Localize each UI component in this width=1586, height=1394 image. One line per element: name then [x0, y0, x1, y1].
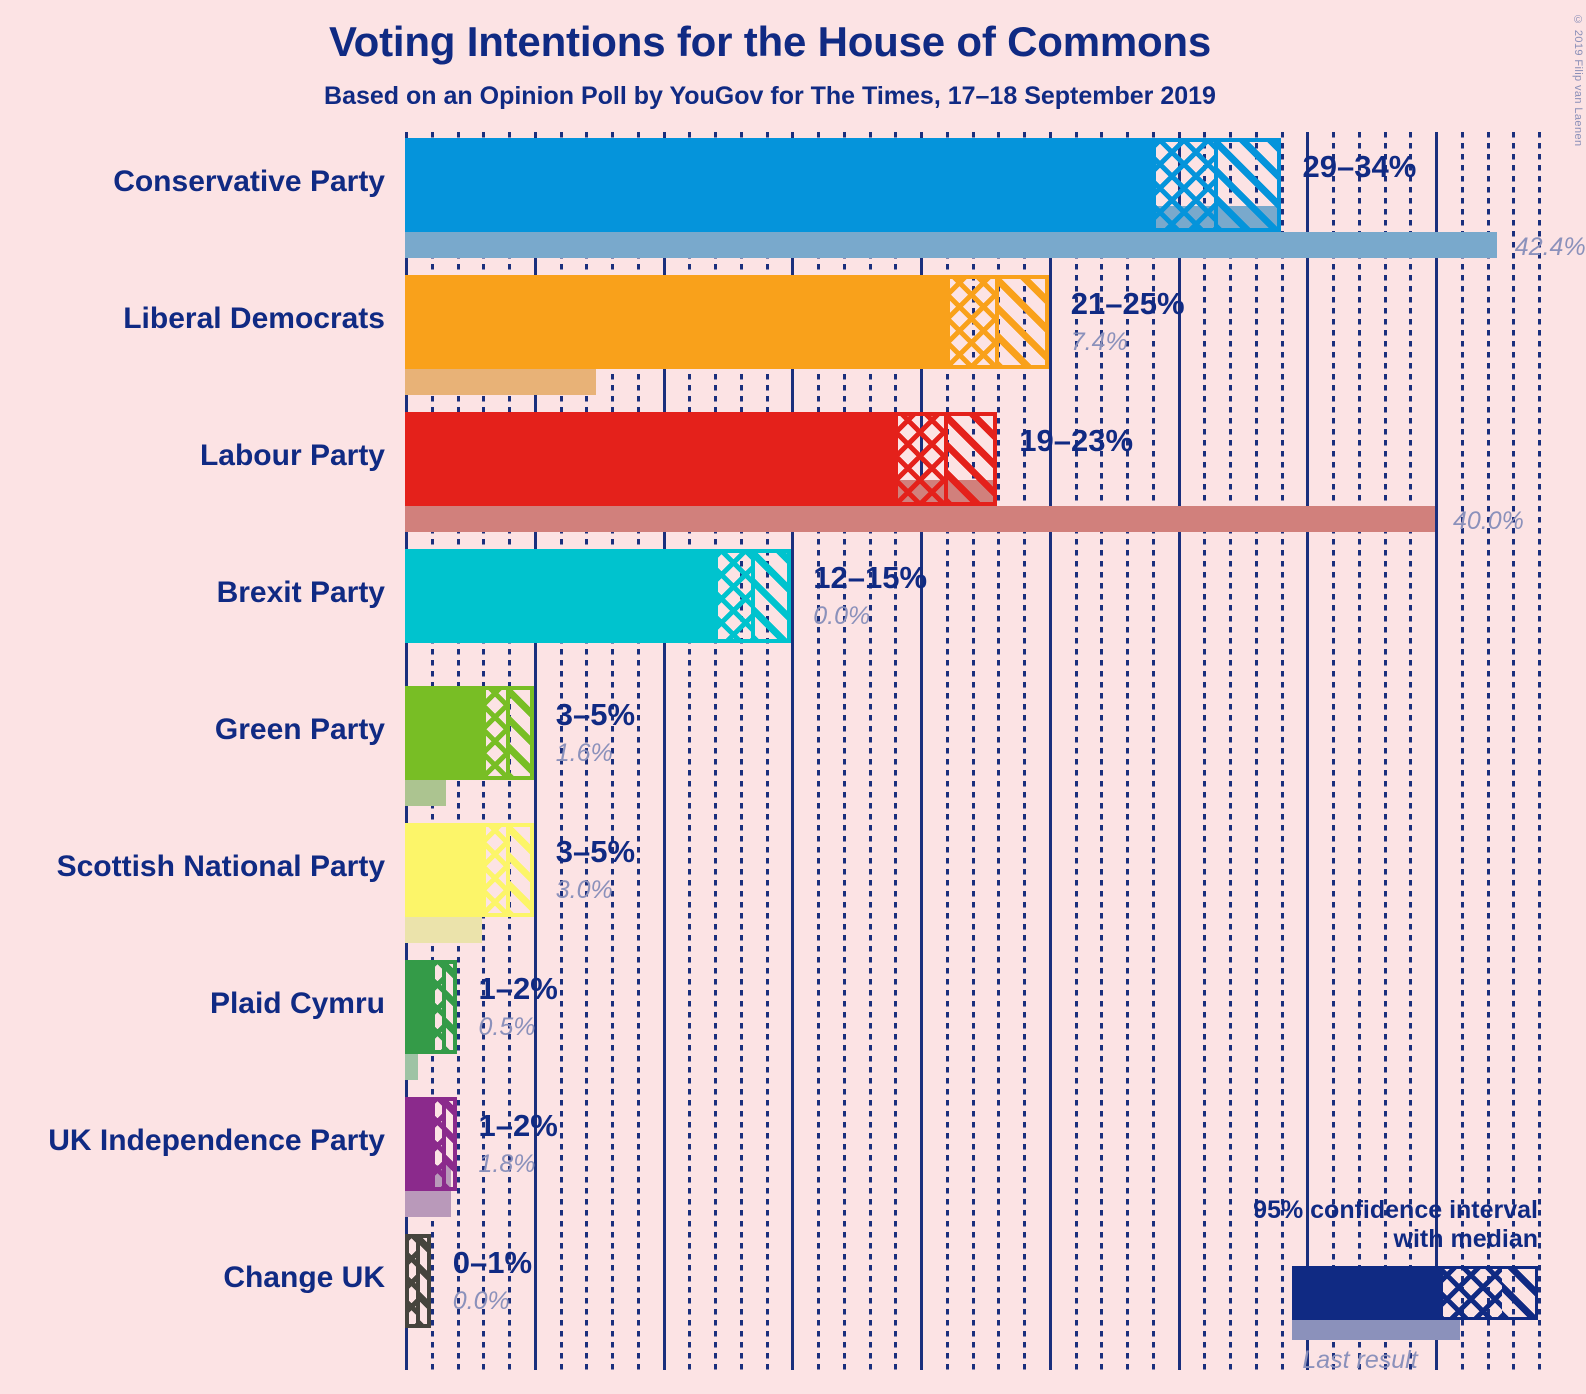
party-label: Change UK — [223, 1261, 385, 1294]
party-label: UK Independence Party — [48, 1124, 385, 1157]
last-result-value-label: 7.4% — [1070, 328, 1128, 356]
bar-solid-segment — [405, 686, 483, 780]
chart-title: Voting Intentions for the House of Commo… — [328, 18, 1212, 65]
last-result-bar — [405, 1191, 452, 1217]
last-result-value-label: 3.0% — [555, 876, 613, 904]
last-result-value-label: 1.8% — [478, 1150, 536, 1178]
confidence-interval-bar — [405, 1234, 431, 1328]
last-result-bar — [405, 1054, 418, 1080]
party-label: Liberal Democrats — [123, 302, 385, 335]
legend-line-1: 95% confidence interval — [1253, 1196, 1538, 1224]
confidence-interval-outline — [430, 960, 457, 1054]
confidence-interval-outline — [894, 412, 998, 506]
confidence-interval-outline — [1151, 138, 1281, 232]
last-result-value-label: 0.0% — [813, 602, 871, 630]
confidence-interval-bar — [405, 549, 792, 643]
chart-subtitle: Based on an Opinion Poll by YouGov for T… — [324, 82, 1216, 110]
last-result-value-label: 1.6% — [555, 739, 613, 767]
bar-solid-segment — [405, 275, 946, 369]
ci-value-label: 3–5% — [555, 834, 636, 869]
confidence-interval-bar — [405, 960, 457, 1054]
confidence-interval-bar — [405, 275, 1049, 369]
party-label: Scottish National Party — [56, 850, 385, 883]
last-result-value-label: 0.5% — [478, 1013, 536, 1041]
legend: 95% confidence interval with median Last… — [1118, 1196, 1538, 1374]
chart-root: Voting Intentions for the House of Commo… — [0, 0, 1586, 1394]
confidence-interval-outline — [714, 549, 792, 643]
ci-value-label: 19–23% — [1019, 423, 1134, 458]
ci-value-label: 0–1% — [452, 1245, 533, 1280]
party-label: Plaid Cymru — [209, 987, 385, 1020]
last-result-bar — [405, 369, 596, 395]
confidence-interval-bar — [405, 138, 1281, 232]
bar-row: Scottish National Party 3–5% 3.0% — [0, 823, 1586, 943]
last-result-value-label: 0.0% — [452, 1287, 510, 1315]
copyright-notice: © 2019 Filip van Laenen — [1572, 14, 1584, 147]
confidence-interval-bar — [405, 1097, 457, 1191]
legend-solid-segment — [1292, 1266, 1440, 1320]
ci-value-label: 12–15% — [813, 560, 928, 595]
confidence-interval-outline — [945, 275, 1049, 369]
bar-row: Liberal Democrats 21–25% 7.4% — [0, 275, 1586, 395]
bar-solid-segment — [405, 412, 895, 506]
last-result-bar — [405, 232, 1497, 258]
legend-sample-area: Last result — [1118, 1266, 1538, 1374]
bar-solid-segment — [405, 138, 1152, 232]
bar-solid-segment — [405, 1097, 431, 1191]
party-label: Labour Party — [199, 439, 385, 472]
ci-value-label: 29–34% — [1302, 149, 1417, 184]
confidence-interval-bar — [405, 412, 998, 506]
confidence-interval-outline — [405, 1234, 431, 1328]
bar-row: Plaid Cymru 1–2% 0.5% — [0, 960, 1586, 1080]
ci-value-label: 1–2% — [478, 971, 558, 1006]
ci-value-label: 21–25% — [1070, 286, 1185, 321]
party-label: Brexit Party — [216, 576, 385, 609]
last-result-value-label: 40.0% — [1453, 507, 1524, 535]
confidence-interval-outline — [482, 686, 534, 780]
bar-row: Labour Party 19–23% 40.0% — [0, 412, 1586, 535]
confidence-interval-outline — [482, 823, 534, 917]
party-label: Green Party — [214, 713, 385, 746]
ci-value-label: 3–5% — [555, 697, 636, 732]
last-result-bar — [405, 780, 447, 806]
party-label: Conservative Party — [113, 165, 385, 198]
confidence-interval-bar — [405, 823, 534, 917]
legend-ci-outline — [1440, 1266, 1538, 1320]
last-result-bar — [405, 506, 1435, 532]
legend-last-result-label: Last result — [1302, 1346, 1418, 1374]
legend-last-result-sample — [1292, 1320, 1460, 1340]
legend-ci-sample-bar — [1292, 1266, 1538, 1320]
legend-line-2: with median — [1393, 1225, 1538, 1253]
confidence-interval-bar — [405, 686, 534, 780]
ci-value-label: 1–2% — [478, 1108, 558, 1143]
bar-solid-segment — [405, 549, 714, 643]
last-result-value-label: 42.4% — [1514, 233, 1586, 261]
bar-row: Brexit Party 12–15% 0.0% — [0, 549, 1586, 669]
bar-solid-segment — [405, 823, 483, 917]
last-result-bar — [405, 917, 483, 943]
bar-row: Green Party 3–5% 1.6% — [0, 686, 1586, 806]
bar-solid-segment — [405, 960, 431, 1054]
confidence-interval-outline — [430, 1097, 457, 1191]
bar-row: Conservative Party 29–34% 42.4% — [0, 138, 1586, 261]
